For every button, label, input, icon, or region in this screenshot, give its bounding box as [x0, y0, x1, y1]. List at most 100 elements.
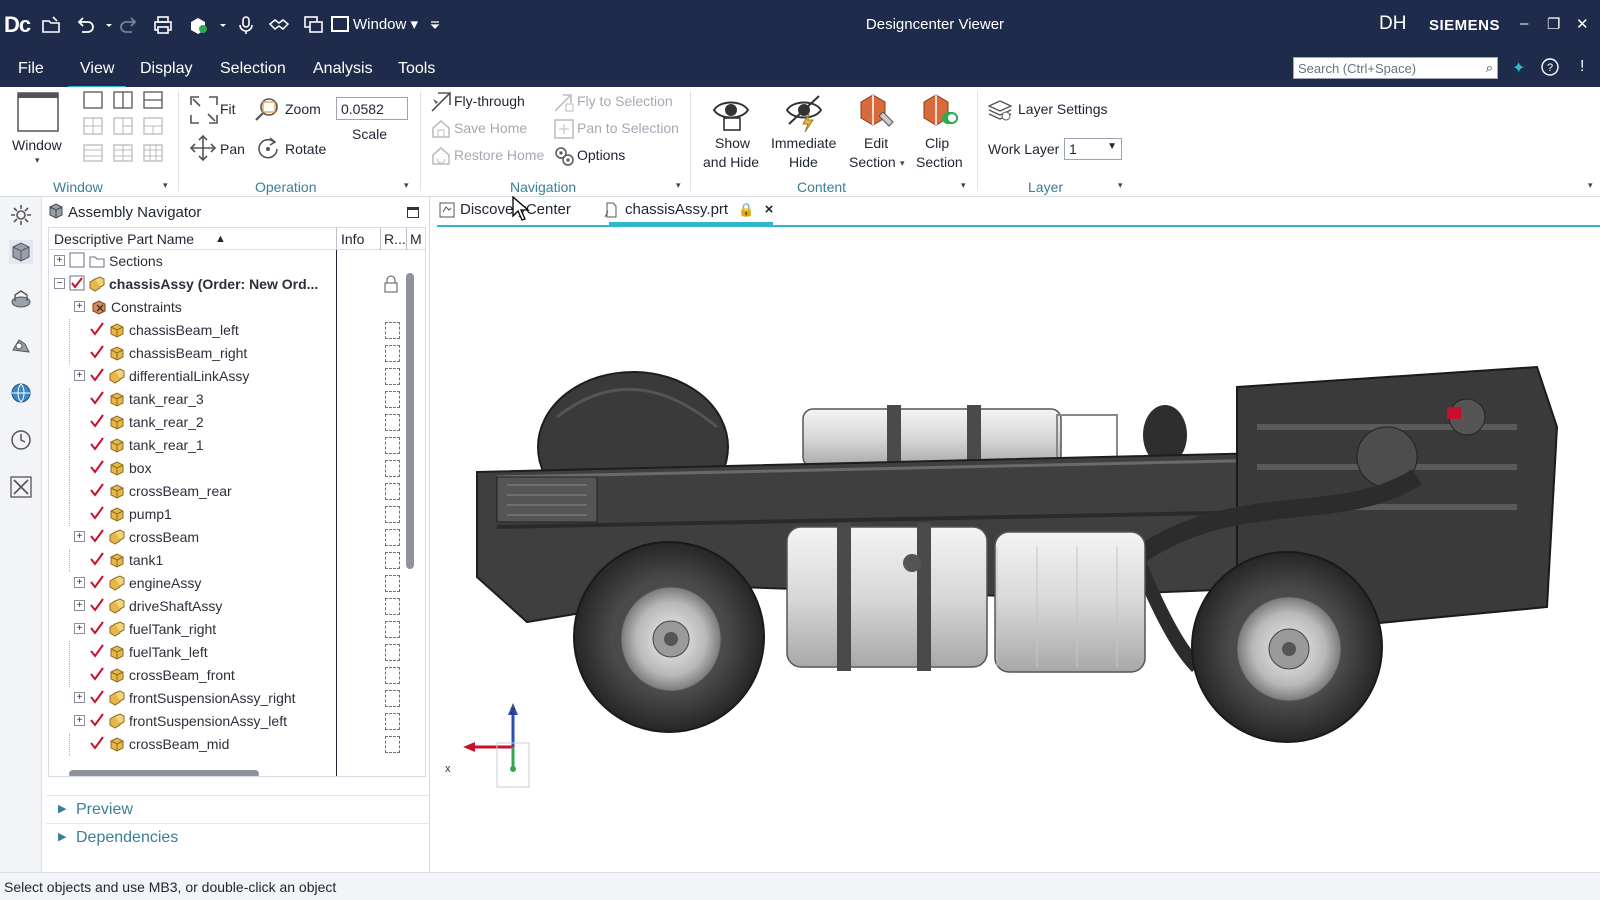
- fit-icon[interactable]: [189, 95, 219, 125]
- menu-view[interactable]: View: [67, 60, 127, 89]
- tree-row[interactable]: tank1: [49, 549, 425, 572]
- reference-set-box[interactable]: [385, 483, 400, 500]
- window-large-icon[interactable]: [17, 92, 59, 132]
- expand-icon[interactable]: +: [54, 255, 65, 266]
- tree-row[interactable]: − chassisAssy (Order: New Ord...: [49, 273, 425, 296]
- zoom-icon[interactable]: [253, 96, 281, 122]
- reference-set-box[interactable]: [385, 713, 400, 730]
- rotate-icon[interactable]: [255, 136, 281, 162]
- tools-icon[interactable]: [9, 475, 33, 499]
- visibility-checkbox[interactable]: [89, 344, 105, 360]
- tree-row[interactable]: pump1: [49, 503, 425, 526]
- reference-set-box[interactable]: [385, 529, 400, 546]
- search-icon[interactable]: ⌕: [1486, 60, 1493, 76]
- reference-set-box[interactable]: [385, 460, 400, 477]
- layer-settings-icon[interactable]: [987, 97, 1013, 123]
- collapse-icon[interactable]: −: [54, 278, 65, 289]
- reference-set-box[interactable]: [385, 322, 400, 339]
- clip-section-label-2[interactable]: Section: [916, 154, 963, 170]
- tree-row[interactable]: + frontSuspensionAssy_left: [49, 710, 425, 733]
- tab-close-icon[interactable]: ×: [765, 201, 774, 218]
- pan-icon[interactable]: [189, 134, 217, 162]
- visibility-checkbox[interactable]: [89, 689, 105, 705]
- visibility-checkbox[interactable]: [89, 321, 105, 337]
- tree-row[interactable]: chassisBeam_right: [49, 342, 425, 365]
- clip-section-icon[interactable]: [918, 90, 960, 132]
- command-search-input[interactable]: Search (Ctrl+Space) ⌕: [1293, 57, 1498, 79]
- visibility-checkbox[interactable]: [89, 459, 105, 475]
- visibility-checkbox[interactable]: [89, 666, 105, 682]
- visibility-checkbox[interactable]: [89, 482, 105, 498]
- help-icon[interactable]: ?: [1541, 58, 1559, 81]
- close-button[interactable]: ✕: [1576, 15, 1589, 33]
- work-layer-select[interactable]: 1 ▼: [1064, 138, 1122, 160]
- layer-settings-button-label[interactable]: Layer Settings: [1018, 101, 1108, 117]
- tree-row[interactable]: + fuelTank_right: [49, 618, 425, 641]
- column-header-m[interactable]: M: [410, 231, 422, 247]
- assembly-navigator-icon[interactable]: [9, 240, 33, 264]
- visibility-checkbox[interactable]: [89, 551, 105, 567]
- tree-row[interactable]: + frontSuspensionAssy_right: [49, 687, 425, 710]
- visibility-checkbox[interactable]: [89, 505, 105, 521]
- tree-row[interactable]: tank_rear_3: [49, 388, 425, 411]
- minimize-button[interactable]: –: [1520, 15, 1528, 32]
- visibility-checkbox[interactable]: [89, 390, 105, 406]
- reference-set-box[interactable]: [385, 598, 400, 615]
- tree-row[interactable]: chassisBeam_left: [49, 319, 425, 342]
- edit-section-icon[interactable]: [855, 90, 897, 132]
- reference-set-box[interactable]: [385, 667, 400, 684]
- tree-row[interactable]: fuelTank_left: [49, 641, 425, 664]
- menu-file[interactable]: File: [18, 60, 44, 78]
- expand-icon[interactable]: +: [74, 623, 85, 634]
- visibility-checkbox[interactable]: [89, 574, 105, 590]
- layout-two-vertical-icon[interactable]: [113, 91, 133, 109]
- fly-through-button-label[interactable]: Fly-through: [454, 93, 525, 109]
- visibility-checkbox[interactable]: [89, 712, 105, 728]
- fit-button-label[interactable]: Fit: [220, 101, 236, 117]
- chassis-3d-model[interactable]: [437, 227, 1600, 872]
- user-avatar[interactable]: DH: [1379, 13, 1406, 35]
- tree-row[interactable]: tank_rear_2: [49, 411, 425, 434]
- edit-section-dropdown-icon[interactable]: ▾: [900, 158, 905, 169]
- visibility-checkbox[interactable]: [69, 252, 85, 268]
- layer-group-expand-icon[interactable]: ▾: [1118, 180, 1123, 191]
- reference-set-box[interactable]: [385, 690, 400, 707]
- tree-row[interactable]: + driveShaftAssy: [49, 595, 425, 618]
- column-header-info[interactable]: Info: [341, 231, 364, 247]
- vertical-scrollbar[interactable]: [406, 273, 414, 569]
- horizontal-scrollbar[interactable]: [69, 770, 259, 776]
- tree-row[interactable]: + Constraints: [49, 296, 425, 319]
- expand-icon[interactable]: +: [74, 715, 85, 726]
- tab-discovery-center[interactable]: DiscoveryCenter: [439, 201, 571, 225]
- sort-ascending-icon[interactable]: ▲: [215, 233, 226, 245]
- immediate-hide-label-1[interactable]: Immediate: [771, 135, 836, 151]
- visibility-checkbox[interactable]: [89, 413, 105, 429]
- reference-set-box[interactable]: [385, 368, 400, 385]
- menu-tools[interactable]: Tools: [398, 60, 435, 78]
- reference-set-box[interactable]: [385, 345, 400, 362]
- graphics-viewport[interactable]: z x: [437, 225, 1600, 872]
- layout-two-horizontal-icon[interactable]: [143, 91, 163, 109]
- immediate-hide-label-2[interactable]: Hide: [789, 154, 818, 170]
- expand-icon[interactable]: +: [74, 577, 85, 588]
- visibility-checkbox[interactable]: [89, 643, 105, 659]
- visibility-checkbox[interactable]: [89, 367, 105, 383]
- part-navigator-icon[interactable]: [9, 287, 33, 311]
- reference-set-box[interactable]: [385, 506, 400, 523]
- tree-row[interactable]: crossBeam_rear: [49, 480, 425, 503]
- visibility-checkbox[interactable]: [89, 528, 105, 544]
- tree-row[interactable]: + crossBeam: [49, 526, 425, 549]
- visibility-checkbox[interactable]: [89, 436, 105, 452]
- reference-set-box[interactable]: [385, 575, 400, 592]
- restore-button[interactable]: ❐: [1547, 15, 1560, 33]
- notification-icon[interactable]: !: [1580, 58, 1584, 76]
- tree-row[interactable]: crossBeam_mid: [49, 733, 425, 756]
- tab-chassis-assy[interactable]: chassisAssy.prt 🔒 ×: [604, 201, 774, 225]
- visibility-checkbox[interactable]: [89, 620, 105, 636]
- reference-set-box[interactable]: [385, 391, 400, 408]
- column-header-name[interactable]: Descriptive Part Name: [54, 231, 194, 247]
- expand-icon[interactable]: +: [74, 370, 85, 381]
- expand-icon[interactable]: +: [74, 600, 85, 611]
- reference-set-box[interactable]: [385, 644, 400, 661]
- tree-row[interactable]: tank_rear_1: [49, 434, 425, 457]
